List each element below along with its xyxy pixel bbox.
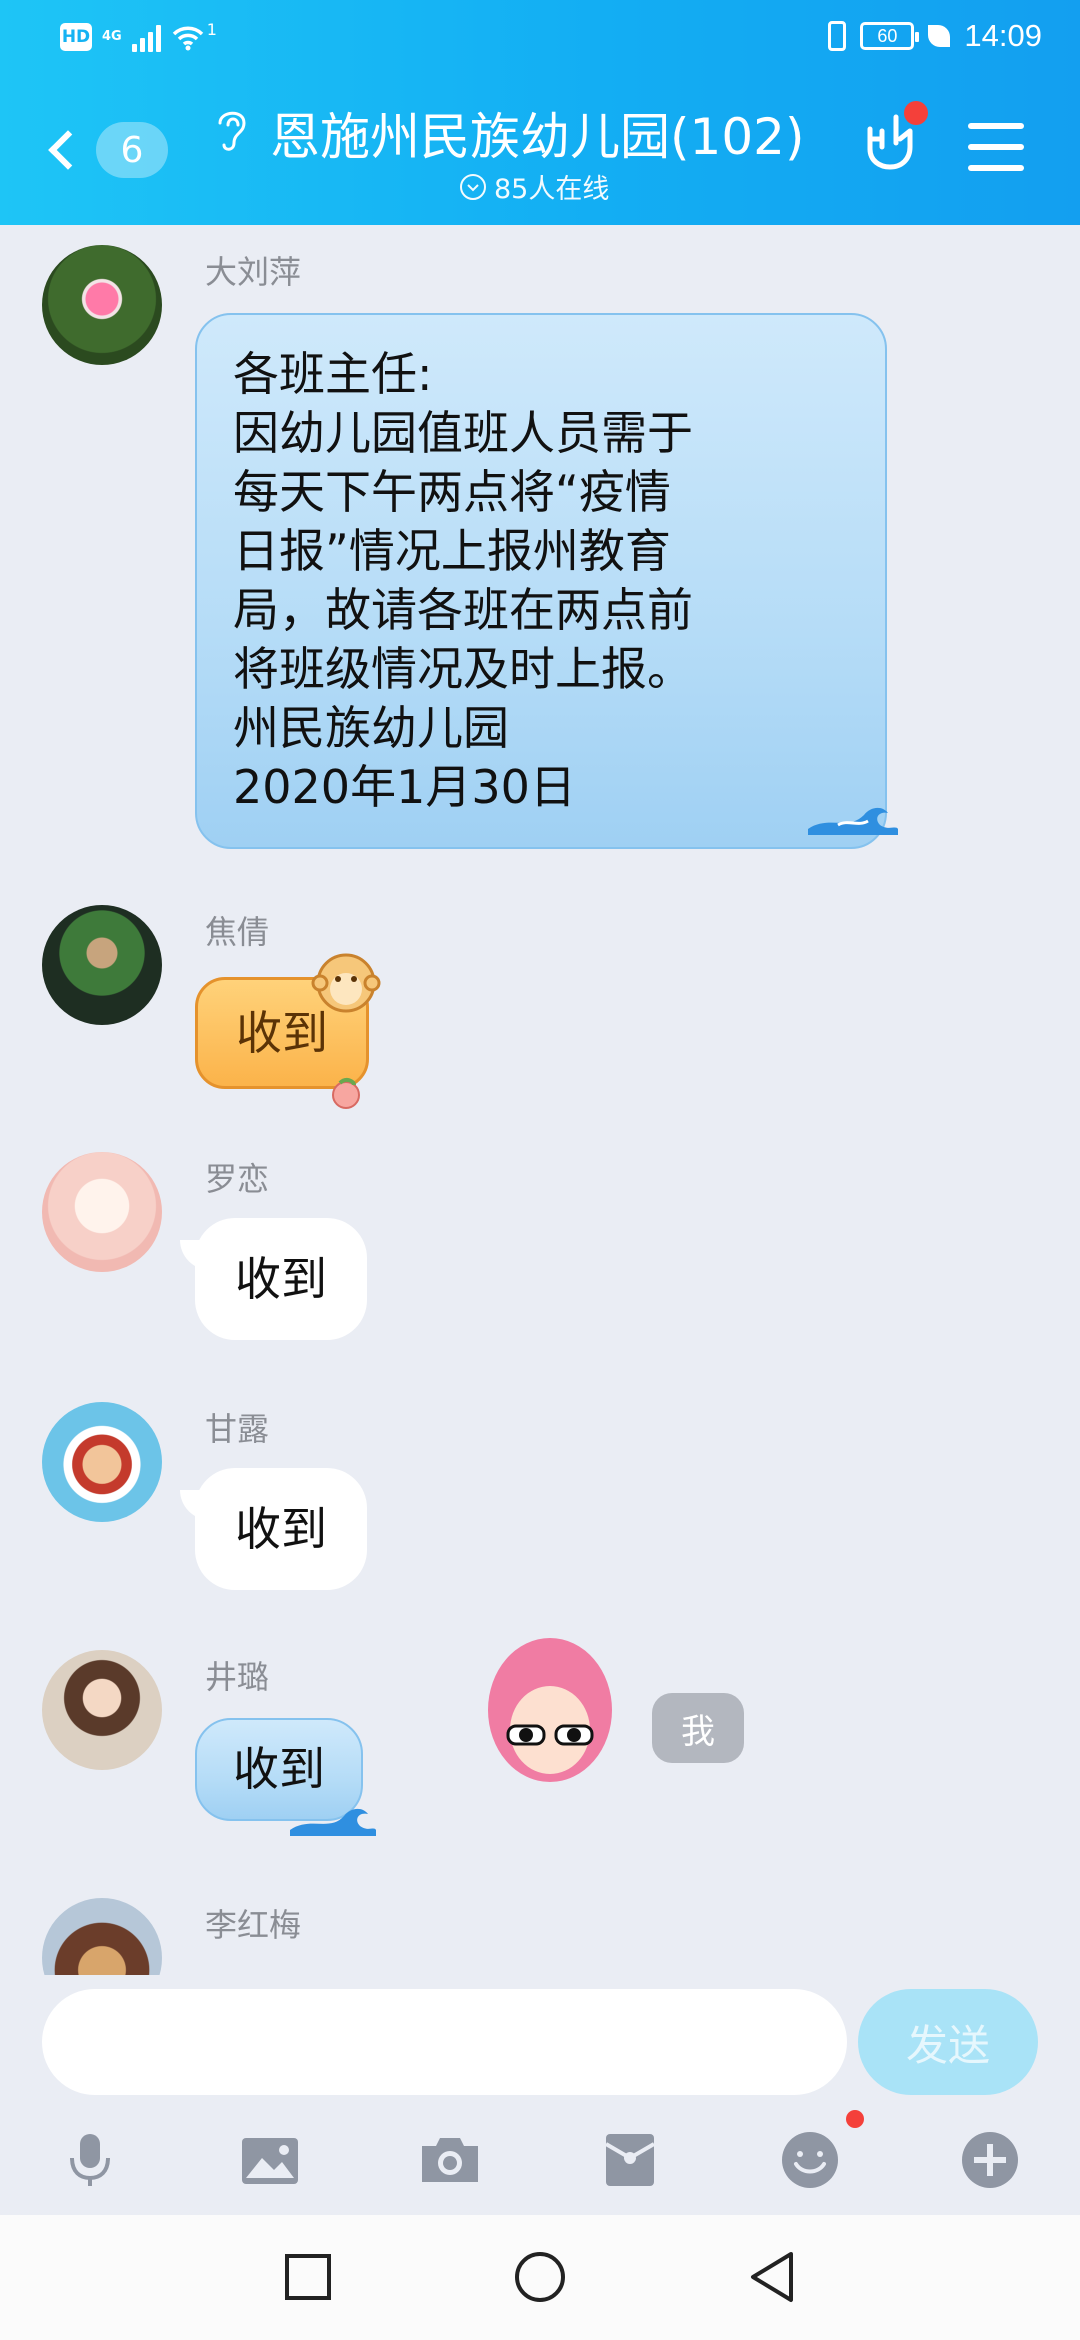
system-nav-bar <box>0 2215 1080 2340</box>
monkey-sticker-icon <box>311 953 381 1013</box>
sender-name: 李红梅 <box>205 1906 302 1944</box>
me-label: 我 <box>652 1693 744 1763</box>
status-time: 14:09 <box>964 18 1042 53</box>
online-count: 85人在线 <box>494 174 610 205</box>
notification-dot <box>846 2110 864 2128</box>
message-line: 日报”情况上报州教育 <box>233 524 671 578</box>
group-title[interactable]: 恩施州民族幼儿园(102) <box>270 97 804 169</box>
plus-icon[interactable] <box>945 2115 1035 2205</box>
wave-decoration-icon <box>808 807 898 835</box>
wifi-superscript: 1 <box>206 19 217 39</box>
avatar[interactable] <box>42 1152 162 1272</box>
message-line: 2020年1月30日 <box>233 760 576 814</box>
avatar[interactable] <box>42 1650 162 1770</box>
avatar[interactable] <box>42 1898 162 1985</box>
toolbar <box>0 2115 1080 2215</box>
avatar[interactable] <box>42 1402 162 1522</box>
check-circle-icon <box>460 173 486 200</box>
back-triangle-icon[interactable] <box>740 2245 804 2309</box>
avatar[interactable] <box>42 245 162 365</box>
camera-icon[interactable] <box>405 2115 495 2205</box>
online-status[interactable]: 85人在线 <box>460 167 609 206</box>
sender-name: 大刘萍 <box>205 253 302 291</box>
message-input[interactable] <box>42 1989 847 2095</box>
message-line: 将班级情况及时上报。 <box>233 642 693 696</box>
message-line: 局，故请各班在两点前 <box>233 583 693 637</box>
notification-dot <box>904 101 928 125</box>
send-button[interactable]: 发送 <box>858 1989 1038 2095</box>
message-bubble[interactable]: 收到 <box>195 1468 367 1590</box>
battery-level: 60 <box>877 25 898 46</box>
red-packet-icon[interactable] <box>585 2115 675 2205</box>
message-line: 每天下午两点将“疫情 <box>233 465 671 519</box>
cartoon-girl-sticker-icon <box>488 1638 612 1782</box>
title-bar: 6 恩施州民族幼儿园(102) 85人在线 <box>0 75 1080 225</box>
wifi-icon <box>172 26 203 51</box>
power-saving-icon <box>928 25 951 47</box>
vibrate-icon <box>828 21 847 51</box>
sender-name: 罗恋 <box>205 1160 270 1198</box>
status-right: 60 14:09 <box>828 16 1042 56</box>
message-bubble[interactable]: 各班主任: 因幼儿园值班人员需于 每天下午两点将“疫情 日报”情况上报州教育 局… <box>195 313 887 849</box>
sender-name: 井璐 <box>205 1658 270 1696</box>
signal-icon <box>131 22 161 52</box>
status-left: HD 4G 1 <box>60 20 217 54</box>
peach-icon <box>332 1077 360 1109</box>
network-type: 4G <box>102 29 122 44</box>
mic-icon[interactable] <box>45 2115 135 2205</box>
avatar[interactable] <box>42 905 162 1025</box>
emoji-icon[interactable] <box>765 2115 855 2205</box>
image-icon[interactable] <box>225 2115 315 2205</box>
status-bar: HD 4G 1 60 14:09 <box>0 0 1080 75</box>
message-line: 因幼儿园值班人员需于 <box>233 406 693 460</box>
circle-icon[interactable] <box>508 2245 572 2309</box>
unread-count-badge: 6 <box>96 122 168 178</box>
sender-name: 甘露 <box>205 1410 270 1448</box>
menu-icon[interactable] <box>968 123 1024 171</box>
battery-icon: 60 <box>860 22 920 50</box>
hd-badge: HD <box>60 23 92 51</box>
square-icon[interactable] <box>276 2245 340 2309</box>
sender-name: 焦倩 <box>205 913 270 951</box>
message-line: 州民族幼儿园 <box>233 701 509 755</box>
chevron-left-icon <box>48 130 88 170</box>
message-line: 各班主任: <box>233 347 433 401</box>
back-button[interactable]: 6 <box>40 115 170 185</box>
input-bar: 发送 <box>0 1975 1080 2215</box>
wave-decoration-icon <box>290 1808 376 1836</box>
message-bubble[interactable]: 收到 <box>195 1218 367 1340</box>
chat-header: HD 4G 1 60 14:09 6 恩施州民族幼儿园(102) 85人在线 <box>0 0 1080 225</box>
ear-icon[interactable] <box>212 105 252 155</box>
